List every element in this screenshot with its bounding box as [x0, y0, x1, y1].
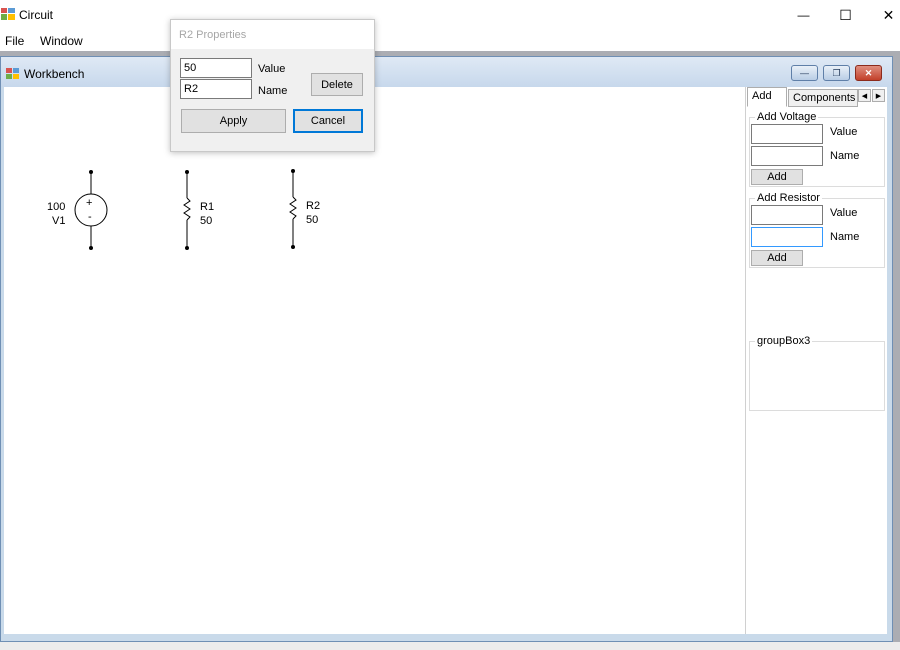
tab-scroll-left-icon[interactable]: ◀: [858, 89, 871, 102]
cancel-button[interactable]: Cancel: [293, 109, 363, 133]
properties-dialog: R2 Properties Value Name Delete Apply Ca…: [170, 19, 375, 152]
workbench-window: Workbench — ❐ ✕ + - 100 V1 R1 50 R2 50 A…: [0, 56, 893, 642]
maximize-button[interactable]: ☐: [823, 0, 868, 30]
resistor-name-label: Name: [830, 231, 860, 243]
workbench-icon: [6, 68, 19, 79]
resistor-value-label: Value: [830, 207, 858, 219]
tab-components[interactable]: Components /: [788, 89, 858, 107]
group-box-3: [749, 341, 885, 411]
resistor-value-input[interactable]: [751, 205, 823, 225]
svg-text:+: +: [86, 197, 92, 209]
r1-name-label: R1: [200, 201, 215, 213]
workbench-title-bar[interactable]: Workbench — ❐ ✕: [1, 57, 892, 87]
property-value-label: Value: [258, 63, 286, 75]
app-title: Circuit: [19, 8, 54, 22]
add-resistor-title: Add Resistor: [755, 192, 822, 204]
property-name-input[interactable]: [180, 79, 252, 99]
workbench-minimize-button[interactable]: —: [791, 65, 818, 81]
v1-name-label: V1: [52, 215, 66, 227]
resistor-name-input[interactable]: [751, 227, 823, 247]
voltage-name-input[interactable]: [751, 146, 823, 166]
menu-window[interactable]: Window: [40, 34, 83, 48]
minimize-icon: —: [797, 8, 810, 22]
v1-value-label: 100: [47, 201, 66, 213]
tab-scroll-right-icon[interactable]: ▶: [872, 89, 885, 102]
app-title-bar: Circuit — ☐ ✕: [0, 0, 900, 30]
workbench-title: Workbench: [24, 67, 85, 81]
svg-text:-: -: [88, 211, 92, 223]
workbench-restore-button[interactable]: ❐: [823, 65, 850, 81]
minimize-icon: —: [800, 68, 809, 78]
delete-button[interactable]: Delete: [311, 73, 363, 96]
property-name-label: Name: [258, 85, 288, 97]
add-voltage-button[interactable]: Add: [751, 169, 803, 185]
dialog-title: R2 Properties: [179, 29, 247, 41]
dialog-title-bar[interactable]: R2 Properties: [171, 20, 374, 49]
voltage-source-v1[interactable]: + -: [74, 170, 108, 250]
menu-file[interactable]: File: [5, 34, 24, 48]
group-box-3-title: groupBox3: [755, 335, 813, 347]
close-icon: ✕: [882, 6, 895, 23]
close-icon: ✕: [864, 67, 873, 78]
add-voltage-title: Add Voltage: [755, 111, 819, 123]
r2-name-label: R2: [306, 200, 321, 212]
voltage-value-label: Value: [830, 126, 858, 138]
app-icon: [1, 8, 15, 20]
tab-strip: Add Components / ◀ ▶: [746, 87, 887, 108]
minimize-button[interactable]: —: [781, 0, 826, 30]
status-strip: [0, 642, 900, 650]
resistor-r1[interactable]: [183, 170, 191, 250]
voltage-name-label: Name: [830, 150, 860, 162]
property-value-input[interactable]: [180, 58, 252, 78]
add-resistor-button[interactable]: Add: [751, 250, 803, 266]
maximize-icon: ☐: [839, 6, 852, 23]
tab-add[interactable]: Add: [747, 87, 787, 107]
close-button[interactable]: ✕: [866, 0, 900, 30]
circuit-drawing: + -: [74, 169, 297, 250]
apply-button[interactable]: Apply: [181, 109, 286, 133]
r2-value-label: 50: [306, 214, 319, 226]
restore-icon: ❐: [832, 67, 841, 78]
circuit-canvas[interactable]: + - 100 V1 R1 50 R2 50: [4, 87, 745, 634]
menu-bar: File Window: [0, 30, 900, 51]
workbench-close-button[interactable]: ✕: [855, 65, 882, 81]
r1-value-label: 50: [200, 215, 213, 227]
voltage-value-input[interactable]: [751, 124, 823, 144]
resistor-r2[interactable]: [289, 169, 297, 249]
component-panel: Add Components / ◀ ▶ Add Voltage Value N…: [745, 87, 887, 634]
